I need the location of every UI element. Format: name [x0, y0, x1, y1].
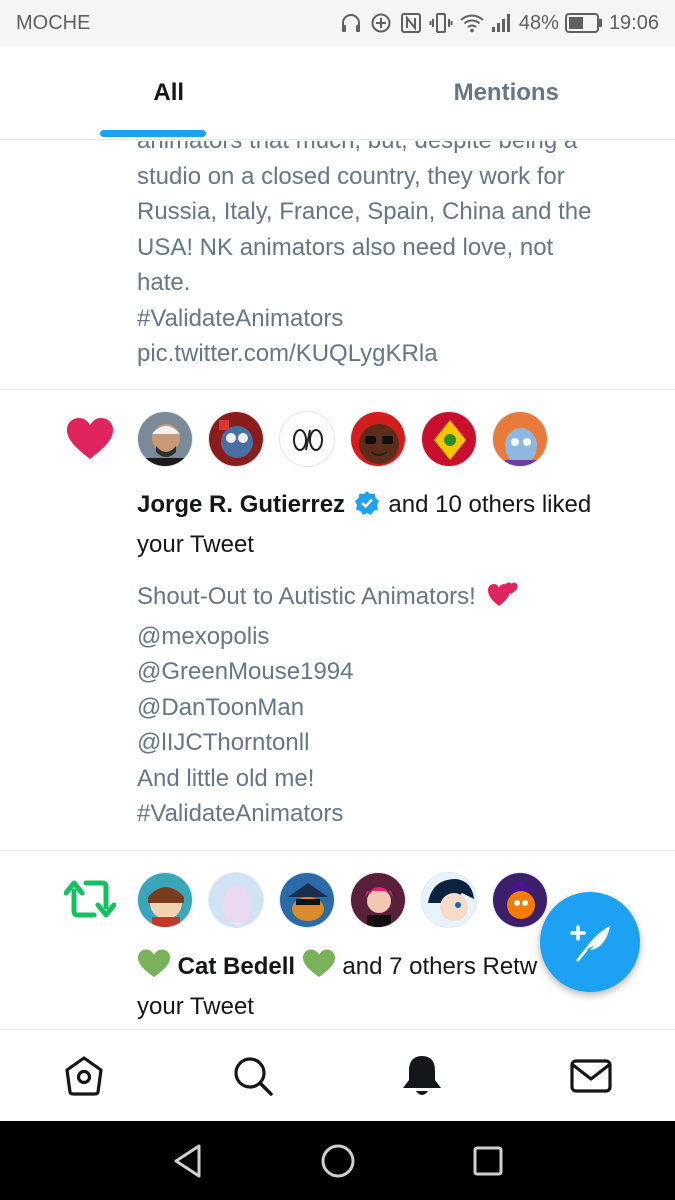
- system-navigation-bar: [0, 1121, 675, 1200]
- hashtag-link[interactable]: #ValidateAnimators: [137, 301, 637, 337]
- vibrate-icon: [429, 13, 453, 33]
- tweet-line: Shout-Out to Autistic Animators!: [137, 583, 476, 610]
- home-icon: [65, 1055, 103, 1096]
- headphones-icon: [341, 14, 360, 32]
- avatar[interactable]: [279, 411, 335, 467]
- like-notification-summary[interactable]: Jorge R. Gutierrez and 10 others liked y…: [137, 487, 637, 563]
- system-back-button[interactable]: [163, 1136, 213, 1186]
- status-icons: 48% 19:06: [339, 11, 659, 35]
- avatar[interactable]: [421, 872, 477, 928]
- battery-percent: 48%: [518, 11, 559, 34]
- notification-action-text: and 7 others Retw: [342, 953, 538, 980]
- avatar[interactable]: [137, 872, 193, 928]
- avatar[interactable]: [350, 411, 406, 467]
- messages-icon: [570, 1058, 612, 1093]
- nav-messages[interactable]: [506, 1030, 675, 1121]
- bottom-navigation: [0, 1029, 675, 1121]
- avatar[interactable]: [208, 411, 264, 467]
- battery-icon: [564, 13, 602, 33]
- verified-badge-icon: [354, 490, 380, 527]
- green-heart-icon: [302, 948, 336, 989]
- hashtag-link[interactable]: #ValidateAnimators: [137, 796, 637, 832]
- status-bar: MOCHE 48% 19:06: [0, 0, 675, 46]
- tweet-line: animators that much, but, despite being …: [137, 141, 637, 159]
- user-name[interactable]: Jorge R. Gutierrez: [137, 491, 345, 518]
- search-icon: [234, 1056, 273, 1096]
- heart-icon: [66, 417, 114, 466]
- avatar[interactable]: [350, 872, 406, 928]
- user-name[interactable]: Cat Bedell: [178, 953, 295, 980]
- retweet-icon: [63, 877, 117, 926]
- clock: 19:06: [608, 11, 659, 34]
- media-link[interactable]: pic.twitter.com/KUQLygKRla: [137, 336, 637, 372]
- notifications-tabs: All Mentions: [0, 46, 675, 140]
- avatar[interactable]: [492, 411, 548, 467]
- nav-search[interactable]: [169, 1030, 338, 1121]
- mention-link[interactable]: @mexopolis: [137, 619, 637, 655]
- compose-tweet-button[interactable]: [540, 892, 640, 992]
- tweet-line: USA! NK animators also need love, not: [137, 233, 554, 261]
- avatar[interactable]: [137, 411, 193, 467]
- tweet-line: And little old me!: [137, 764, 315, 792]
- system-home-button[interactable]: [313, 1136, 363, 1186]
- carrier-name: MOCHE: [16, 11, 91, 34]
- tweet-line: studio on a closed country, they work fo…: [137, 162, 565, 190]
- two-hearts-icon: [487, 578, 519, 619]
- notification-action-text: and 10 others liked: [388, 491, 592, 518]
- liker-avatars: [137, 411, 548, 467]
- system-recents-button[interactable]: [463, 1136, 513, 1186]
- avatar[interactable]: [279, 872, 335, 928]
- divider: [0, 389, 675, 390]
- nav-notifications[interactable]: [338, 1030, 507, 1121]
- back-icon: [174, 1144, 200, 1177]
- compose-tweet-icon: [570, 925, 610, 962]
- avatar[interactable]: [208, 872, 264, 928]
- tweet-line: hate.: [137, 269, 191, 296]
- mention-link[interactable]: @DanToonMan: [137, 690, 637, 726]
- notification-action-text: your Tweet: [137, 531, 254, 558]
- tab-all[interactable]: All: [0, 46, 338, 139]
- tweet-text[interactable]: animators that much, but, despite being …: [137, 141, 637, 372]
- avatar[interactable]: [421, 411, 477, 467]
- signal-icon: [491, 14, 510, 32]
- liked-tweet-text[interactable]: Shout-Out to Autistic Animators! @mexopo…: [137, 578, 637, 832]
- notifications-icon: [402, 1055, 441, 1095]
- retweeter-avatars: [137, 872, 548, 928]
- mention-link[interactable]: @lIJCThorntonll: [137, 725, 637, 761]
- divider: [0, 850, 675, 851]
- nfc-icon: [400, 13, 421, 33]
- active-tab-indicator: [100, 130, 206, 137]
- nav-home[interactable]: [0, 1030, 169, 1121]
- notification-action-text: your Tweet: [137, 993, 254, 1020]
- recents-icon: [473, 1146, 502, 1175]
- tweet-line: Russia, Italy, France, Spain, China and …: [137, 198, 592, 225]
- home-circle-icon: [321, 1144, 354, 1177]
- data-saver-icon: [371, 13, 391, 33]
- mention-link[interactable]: @GreenMouse1994: [137, 654, 637, 690]
- avatar[interactable]: [492, 872, 548, 928]
- tab-mentions[interactable]: Mentions: [338, 46, 675, 139]
- wifi-icon: [460, 14, 484, 33]
- green-heart-icon: [137, 948, 171, 989]
